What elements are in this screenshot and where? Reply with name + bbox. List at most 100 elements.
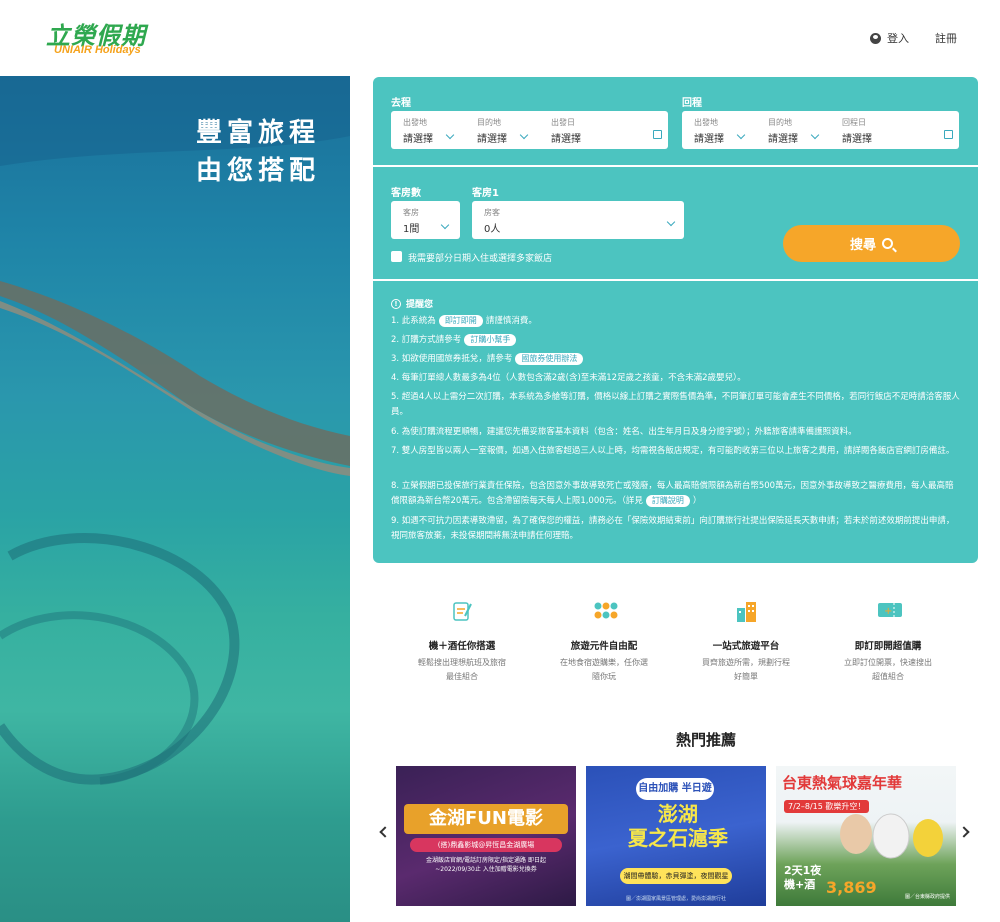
inbound-to-label: 目的地	[768, 118, 792, 127]
card-1-details: 金湖飯店官網/電話訂房限定/指定通路 即日起~2022/09/30止 入住加贈電…	[426, 857, 546, 873]
checklist-icon	[451, 600, 473, 622]
promo-card-penghu[interactable]: 自由加購 半日遊 2日遊 澎湖 夏之石滬季 潮間帶體驗，赤貝彈塗，夜間觀星 圖／…	[586, 766, 766, 906]
outbound-from-value: 請選擇	[403, 134, 433, 145]
card-2-subtitle: 潮間帶體驗，赤貝彈塗，夜間觀星	[620, 868, 732, 884]
coast-illustration	[0, 76, 350, 785]
card-2-title-1: 澎湖	[658, 802, 698, 826]
room-count-field: 客房 1間	[403, 207, 419, 235]
outbound-label: 去程	[391, 98, 411, 109]
inbound-from-label: 出發地	[694, 118, 718, 127]
inbound-label: 回程	[682, 98, 702, 109]
card-1-subtitle: (搭)鼎鑫影城@昇恆昌金湖廣場	[410, 838, 562, 852]
booking-terms-link[interactable]: 訂購說明	[645, 495, 690, 507]
notice-item-2: 2. 訂購方式請參考 訂購小幫手	[391, 333, 961, 348]
card-2-title: 澎湖 夏之石滬季	[608, 802, 748, 850]
notice-item-8-post: ）	[692, 496, 702, 506]
feature-2-desc-2: 隨你玩	[592, 672, 616, 681]
chevron-down-icon	[736, 130, 746, 140]
outbound-date-value: 請選擇	[551, 134, 581, 145]
notice-item-6: 6. 為使訂購流程更順暢，建議您先備妥旅客基本資料（包含：姓名、出生年月日及身分…	[391, 427, 857, 437]
notice-item-1-pre: 1. 此系統為	[391, 316, 436, 326]
outbound-to-value: 請選擇	[477, 134, 507, 145]
split-stay-label[interactable]: 我需要部分日期入住或選擇多家飯店	[408, 251, 552, 264]
ticket-icon: +	[877, 600, 902, 622]
carousel-next-icon[interactable]	[958, 826, 970, 838]
feature-1-desc: 輕鬆搜出理想航班及旅宿 最佳組合	[407, 656, 517, 684]
outbound-date-label: 出發日	[551, 118, 575, 127]
inbound-from-select[interactable]: 出發地 請選擇	[694, 117, 724, 145]
feature-1-title: 機＋酒任你搭選	[428, 641, 496, 652]
hero-headline: 豐富旅程 由您搭配	[196, 114, 320, 190]
hero-line-1: 豐富旅程	[195, 118, 320, 148]
notice-item-1: 1. 此系統為 即訂即開 請謹慎消費。	[391, 314, 961, 329]
search-button[interactable]: 搜尋	[783, 225, 960, 262]
guest-count-select[interactable]: 房客 0人	[472, 201, 684, 239]
outbound-field-group: 出發地 請選擇 目的地 請選擇 出發日 請選擇	[391, 111, 668, 149]
brand-logo[interactable]: 立榮假期 UNIAIR Holidays	[46, 16, 146, 62]
room1-label: 客房1	[472, 188, 499, 199]
card-3-credit: 圖／台東縣政府提供	[904, 894, 950, 900]
notice-title-text: 提醒您	[406, 300, 434, 310]
promo-card-taitung-balloon[interactable]: 台東熱氣球嘉年華 7/2–8/15 歡樂升空！ 2天1夜 機+酒 3,869 圖…	[776, 766, 956, 906]
inbound-date-picker[interactable]: 回程日 請選擇	[842, 117, 872, 145]
chevron-down-icon	[810, 130, 820, 140]
inbound-date-label: 回程日	[842, 118, 866, 127]
chevron-down-icon	[445, 130, 455, 140]
svg-text:+: +	[884, 606, 892, 617]
search-icon	[882, 238, 893, 249]
login-link[interactable]: 登入	[870, 30, 909, 46]
notice-item-2-pre: 2. 訂購方式請參考	[391, 335, 462, 345]
inbound-to-select[interactable]: 目的地 請選擇	[768, 117, 798, 145]
feature-2-title: 旅遊元件自由配	[570, 641, 638, 652]
outbound-from-label: 出發地	[403, 118, 427, 127]
notice-item-9: 9. 如遇不可抗力因素導致滯留，為了確保您的權益，請務必在「保險效期結束前」向訂…	[391, 516, 955, 541]
feature-1-desc-2: 最佳組合	[446, 672, 478, 681]
components-grid-icon	[593, 600, 618, 622]
guest-count-value: 0人	[484, 224, 501, 235]
buildings-icon	[735, 600, 757, 622]
notice-item-7: 7. 雙人房型皆以兩人一室報價，如遇入住旅客超過三人以上時，均需視各飯店規定，有…	[391, 446, 955, 456]
room-count-select[interactable]: 客房 1間	[391, 201, 460, 239]
notice-item-3-pre: 3. 如欲使用國旅券抵兌，請參考	[391, 354, 513, 364]
card-2-badge: 自由加購 半日遊 2日遊	[636, 778, 714, 816]
card-3-deal: 2天1夜 機+酒	[784, 864, 821, 892]
card-2-credit: 圖／澎湖國家風景區管理處，愛尚澎湖旅行社	[625, 896, 726, 902]
card-3-deal-1: 2天1夜	[784, 864, 822, 877]
hero-line-2: 由您搭配	[195, 156, 320, 186]
notice-item-3: 3. 如欲使用國旅券抵兌，請參考 國旅券使用辦法	[391, 352, 961, 367]
card-1-title: 金湖FUN電影	[404, 804, 568, 834]
room-count-field-label: 客房	[403, 208, 419, 217]
notice-heading: ! 提醒您	[391, 297, 433, 310]
travel-voucher-link[interactable]: 國旅券使用辦法	[515, 353, 584, 365]
calendar-icon[interactable]	[653, 130, 662, 139]
feature-3-desc-2: 好簡單	[734, 672, 758, 681]
guest-count-field-label: 房客	[484, 208, 500, 217]
feature-3-desc-1: 買齊旅遊所需，規劃行程	[702, 658, 790, 667]
instant-ticket-link[interactable]: 即訂即開	[438, 315, 483, 327]
feature-3-title: 一站式旅遊平台	[712, 641, 780, 652]
inbound-field-group: 出發地 請選擇 目的地 請選擇 回程日 請選擇	[682, 111, 959, 149]
hot-section: 熱門推薦	[0, 729, 1000, 750]
outbound-date-picker[interactable]: 出發日 請選擇	[551, 117, 581, 145]
card-2-title-2: 夏之石滬季	[628, 826, 728, 850]
feature-4-title: 即訂即開超值購	[854, 641, 922, 652]
booking-helper-link[interactable]: 訂購小幫手	[464, 334, 517, 346]
notice-item-1-post: 請謹慎消費。	[485, 316, 537, 326]
carousel-prev-icon[interactable]	[379, 826, 391, 838]
card-3-deal-2: 機+酒	[784, 878, 816, 891]
login-label: 登入	[887, 32, 909, 45]
notice-item-5: 5. 超過4人以上需分二次訂購，本系統為多艙等訂購，價格以線上訂購之實際售價為準…	[391, 392, 960, 417]
user-icon	[870, 32, 881, 44]
split-stay-checkbox[interactable]	[391, 251, 402, 262]
calendar-icon[interactable]	[944, 130, 953, 139]
promo-card-kinmen-movie[interactable]: 金湖FUN電影 (搭)鼎鑫影城@昇恆昌金湖廣場 金湖飯店官網/電話訂房限定/指定…	[396, 766, 576, 906]
register-link[interactable]: 註冊	[935, 30, 957, 46]
inbound-to-value: 請選擇	[768, 134, 798, 145]
outbound-from-select[interactable]: 出發地 請選擇	[403, 117, 433, 145]
chevron-down-icon	[666, 217, 676, 227]
inbound-from-value: 請選擇	[694, 134, 724, 145]
feature-components: 旅遊元件自由配 在地食宿遊購樂，任你選 隨你玩	[549, 600, 659, 684]
search-button-label: 搜尋	[849, 238, 876, 253]
outbound-to-select[interactable]: 目的地 請選擇	[477, 117, 507, 145]
chevron-down-icon	[519, 130, 529, 140]
